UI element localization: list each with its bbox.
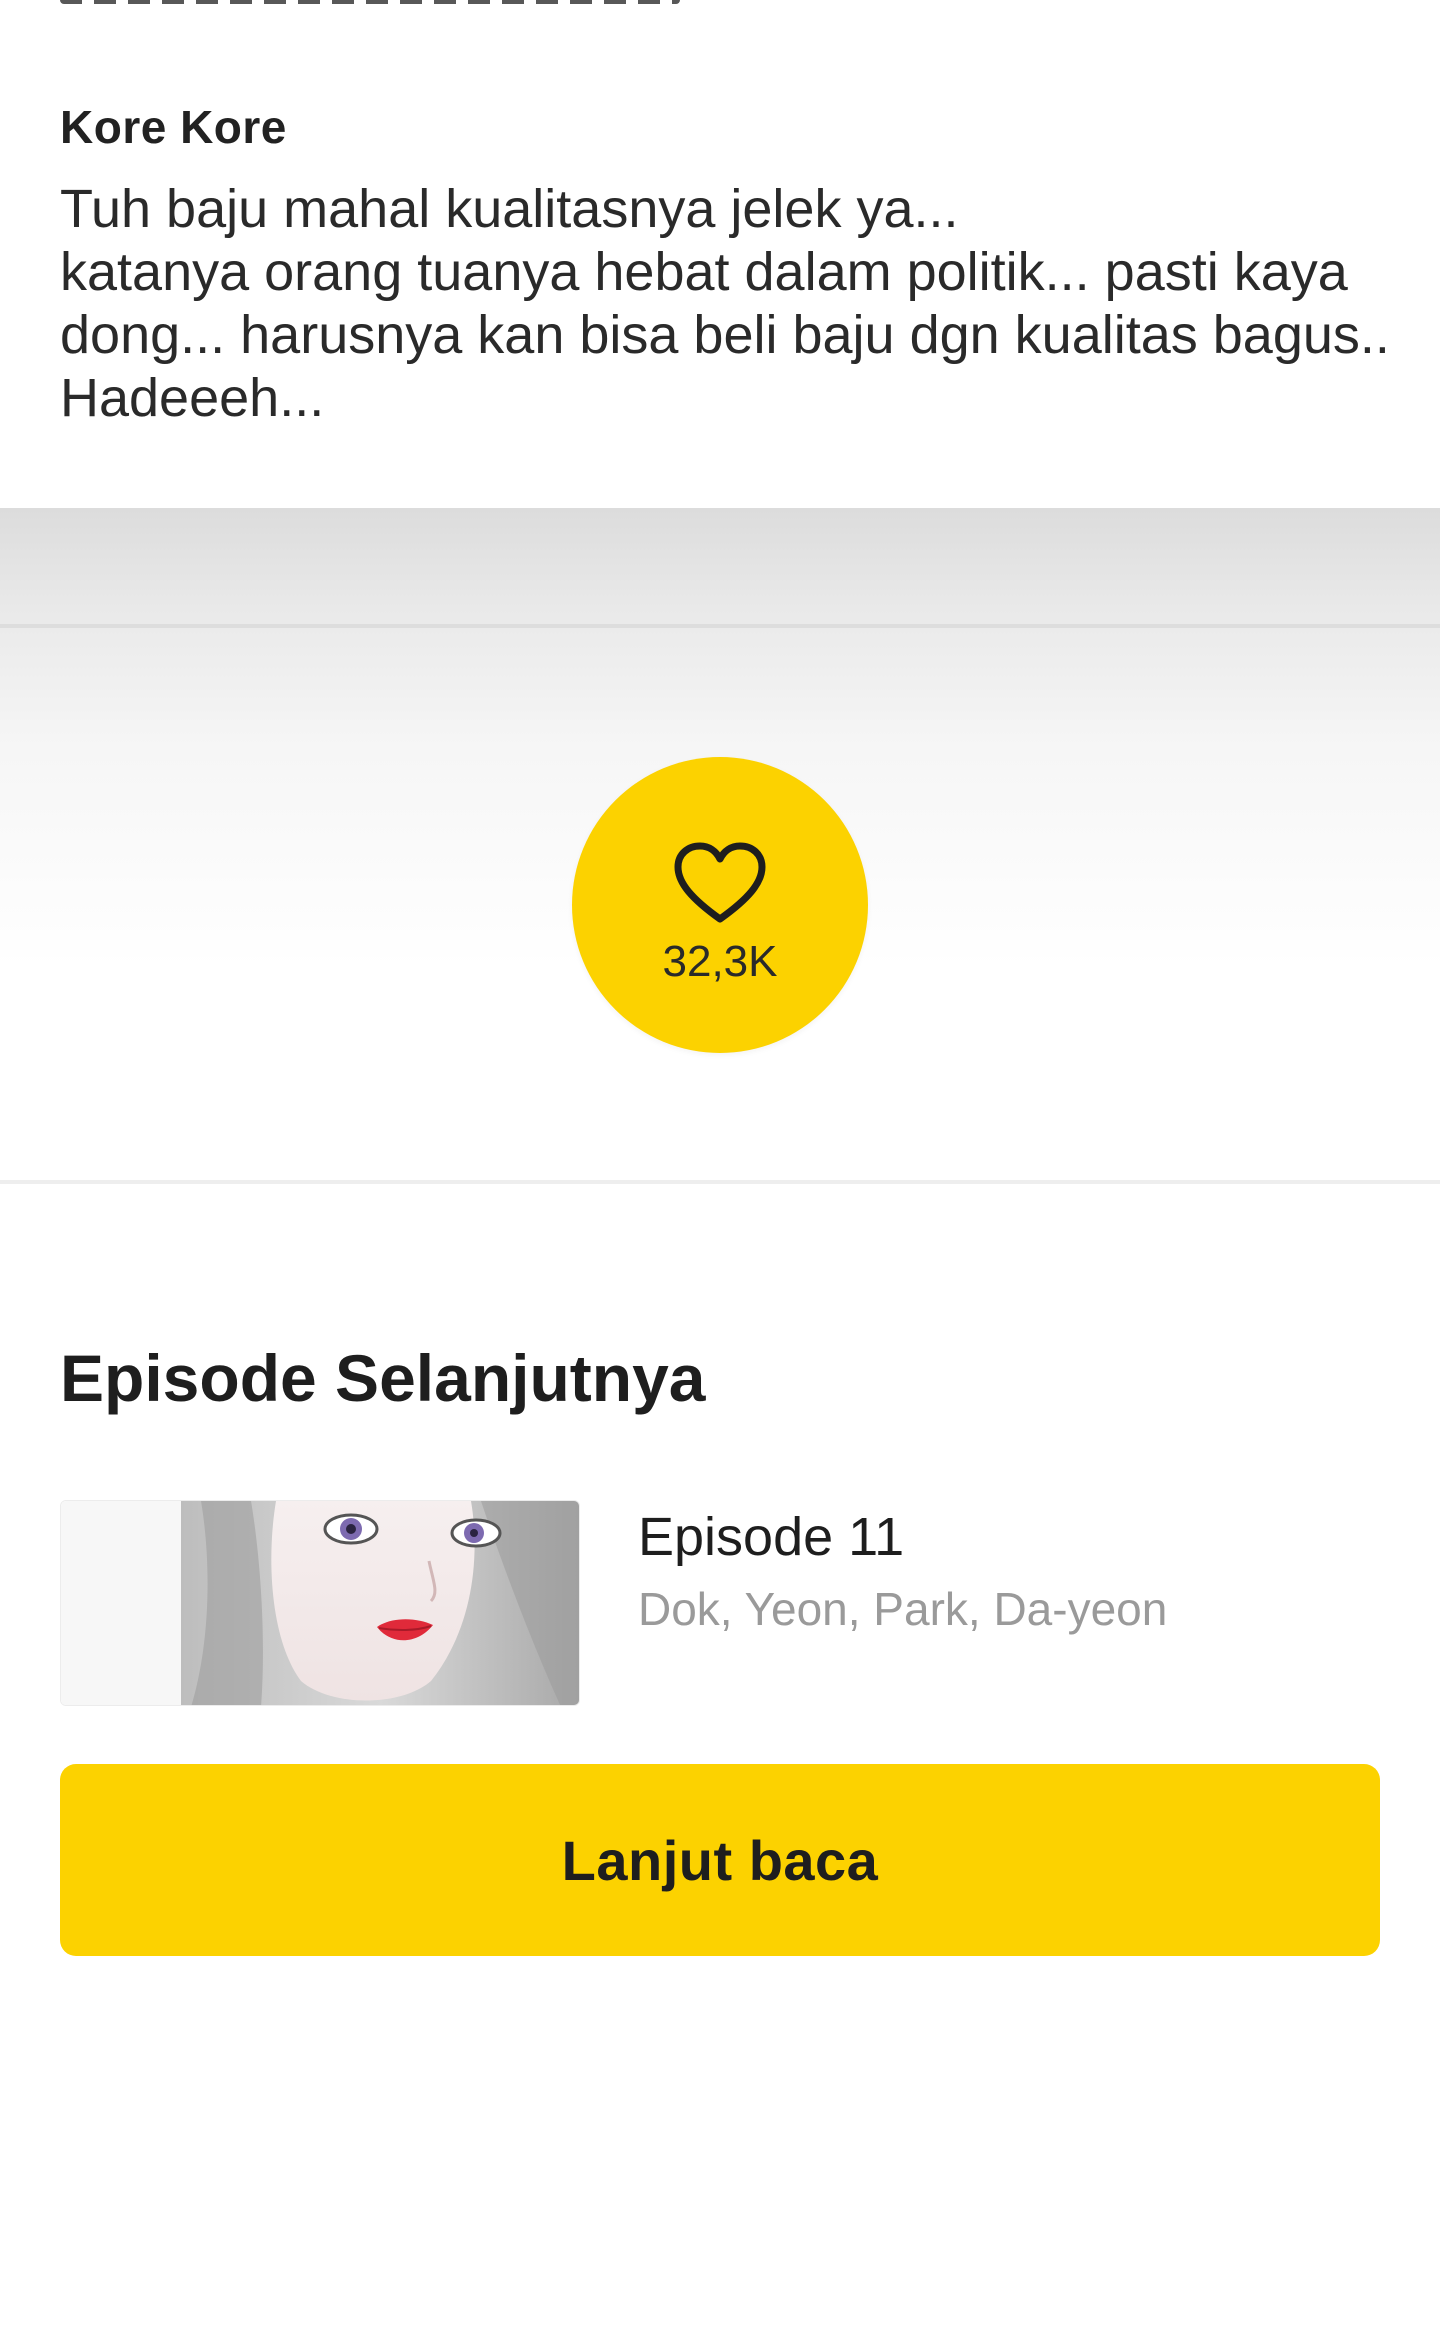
comment-author: Kore Kore [60,101,287,153]
next-episode-card[interactable]: Episode 11 Dok, Yeon, Park, Da-yeon [60,1500,1380,1706]
continue-reading-button[interactable]: Lanjut baca [60,1764,1380,1956]
episode-thumbnail[interactable] [60,1500,580,1706]
section-divider [0,1180,1440,1184]
episode-end-page: Kore Kore Tuh baju mahal kualitasnya jel… [0,0,1440,2344]
episode-title: Episode 11 [638,1507,905,1567]
episode-thumbnail-image [61,1501,579,1705]
next-episode-heading: Episode Selanjutnya [60,1341,706,1415]
comment-text: Tuh baju mahal kualitasnya jelek ya... k… [60,179,1390,428]
comment-item: Kore Kore Tuh baju mahal kualitasnya jel… [0,0,1440,508]
like-section: 32,3K [0,508,1440,1184]
shade-divider [0,624,1440,628]
like-count: 32,3K [662,937,778,986]
previous-comment-text-cutoff [60,0,680,4]
like-button[interactable]: 32,3K [572,757,868,1053]
episode-authors: Dok, Yeon, Park, Da-yeon [638,1583,1168,1635]
heart-outline-icon [674,842,766,923]
